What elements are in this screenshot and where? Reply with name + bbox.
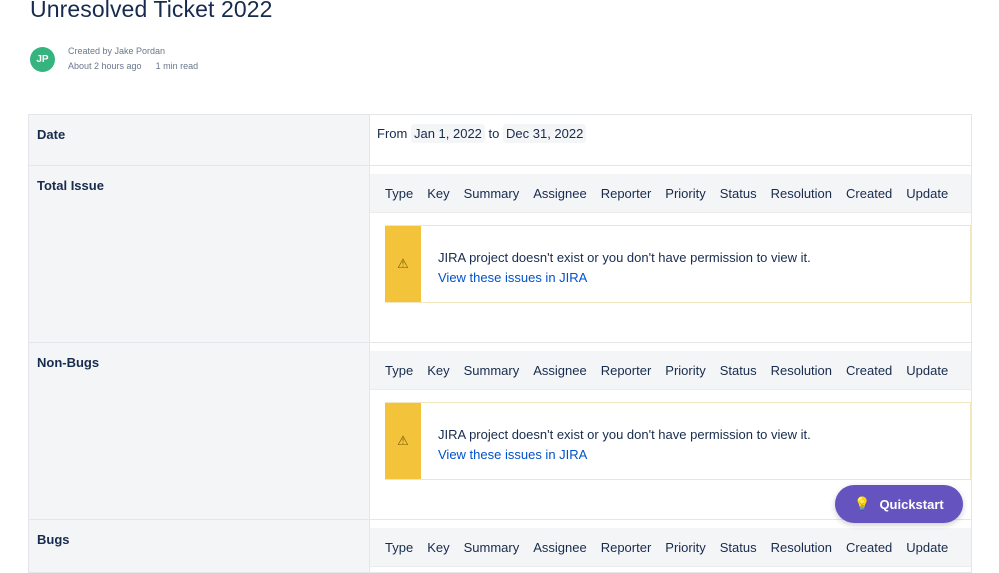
column-header[interactable]: Assignee — [526, 363, 593, 378]
jira-table-header: Type Key Summary Assignee Reporter Prior… — [370, 528, 971, 567]
section-non-bugs: Non-Bugs Type Key Summary Assignee Repor… — [28, 342, 972, 520]
created-by[interactable]: Created by Jake Pordan — [68, 44, 198, 59]
date-range: From Jan 1, 2022 to Dec 31, 2022 — [369, 114, 972, 166]
column-header[interactable]: Key — [420, 186, 456, 201]
column-header[interactable]: Type — [370, 363, 420, 378]
view-in-jira-link[interactable]: View these issues in JIRA — [438, 447, 587, 462]
time-ago: About 2 hours ago — [68, 61, 142, 71]
to-word: to — [488, 126, 500, 141]
date-row: Date From Jan 1, 2022 to Dec 31, 2022 — [28, 114, 972, 166]
column-header[interactable]: Resolution — [764, 540, 839, 555]
column-header[interactable]: Resolution — [764, 363, 839, 378]
warning-message: JIRA project doesn't exist or you don't … — [438, 250, 811, 265]
column-header[interactable]: Status — [713, 363, 764, 378]
jira-warning: ⚠ JIRA project doesn't exist or you don'… — [385, 225, 971, 303]
date-label: Date — [28, 114, 370, 166]
column-header[interactable]: Reporter — [594, 363, 659, 378]
column-header[interactable]: Type — [370, 540, 420, 555]
to-date[interactable]: Dec 31, 2022 — [503, 124, 587, 143]
column-header[interactable]: Reporter — [594, 540, 659, 555]
byline-text: Created by Jake Pordan About 2 hours ago… — [68, 44, 198, 74]
lightbulb-icon: 💡 — [854, 496, 871, 511]
section-label: Total Issue — [28, 165, 370, 343]
byline: JP Created by Jake Pordan About 2 hours … — [30, 44, 198, 74]
column-header[interactable]: Key — [420, 363, 456, 378]
page-title: Unresolved Ticket 2022 — [30, 0, 273, 22]
column-header[interactable]: Reporter — [594, 186, 659, 201]
view-in-jira-link[interactable]: View these issues in JIRA — [438, 270, 587, 285]
column-header[interactable]: Assignee — [526, 186, 593, 201]
column-header[interactable]: Summary — [457, 540, 527, 555]
jira-issues-macro: Type Key Summary Assignee Reporter Prior… — [369, 519, 972, 573]
column-header[interactable]: Assignee — [526, 540, 593, 555]
report-table: Date From Jan 1, 2022 to Dec 31, 2022 To… — [28, 114, 972, 573]
column-header[interactable]: Status — [713, 186, 764, 201]
jira-table-header: Type Key Summary Assignee Reporter Prior… — [370, 174, 971, 213]
quickstart-button[interactable]: 💡 Quickstart — [835, 485, 963, 523]
jira-warning: ⚠ JIRA project doesn't exist or you don'… — [385, 402, 971, 480]
column-header[interactable]: Priority — [658, 540, 712, 555]
column-header[interactable]: Created — [839, 363, 899, 378]
warning-message: JIRA project doesn't exist or you don't … — [438, 427, 811, 442]
column-header[interactable]: Update — [899, 363, 955, 378]
section-label: Non-Bugs — [28, 342, 370, 520]
from-word: From — [377, 126, 408, 141]
section-label: Bugs — [28, 519, 370, 573]
column-header[interactable]: Summary — [457, 186, 527, 201]
column-header[interactable]: Key — [420, 540, 456, 555]
jira-table-header: Type Key Summary Assignee Reporter Prior… — [370, 351, 971, 390]
column-header[interactable]: Summary — [457, 363, 527, 378]
column-header[interactable]: Priority — [658, 186, 712, 201]
column-header[interactable]: Created — [839, 186, 899, 201]
warning-icon: ⚠ — [385, 226, 421, 302]
warning-icon: ⚠ — [385, 403, 421, 479]
column-header[interactable]: Priority — [658, 363, 712, 378]
quickstart-label: Quickstart — [879, 496, 944, 512]
read-time: 1 min read — [155, 61, 199, 71]
column-header[interactable]: Created — [839, 540, 899, 555]
column-header[interactable]: Update — [899, 540, 955, 555]
section-total-issue: Total Issue Type Key Summary Assignee Re… — [28, 165, 972, 343]
section-bugs: Bugs Type Key Summary Assignee Reporter … — [28, 519, 972, 573]
column-header[interactable]: Type — [370, 186, 420, 201]
column-header[interactable]: Status — [713, 540, 764, 555]
column-header[interactable]: Resolution — [764, 186, 839, 201]
avatar[interactable]: JP — [30, 46, 55, 72]
from-date[interactable]: Jan 1, 2022 — [410, 124, 485, 143]
column-header[interactable]: Update — [899, 186, 955, 201]
jira-issues-macro: Type Key Summary Assignee Reporter Prior… — [369, 165, 972, 343]
